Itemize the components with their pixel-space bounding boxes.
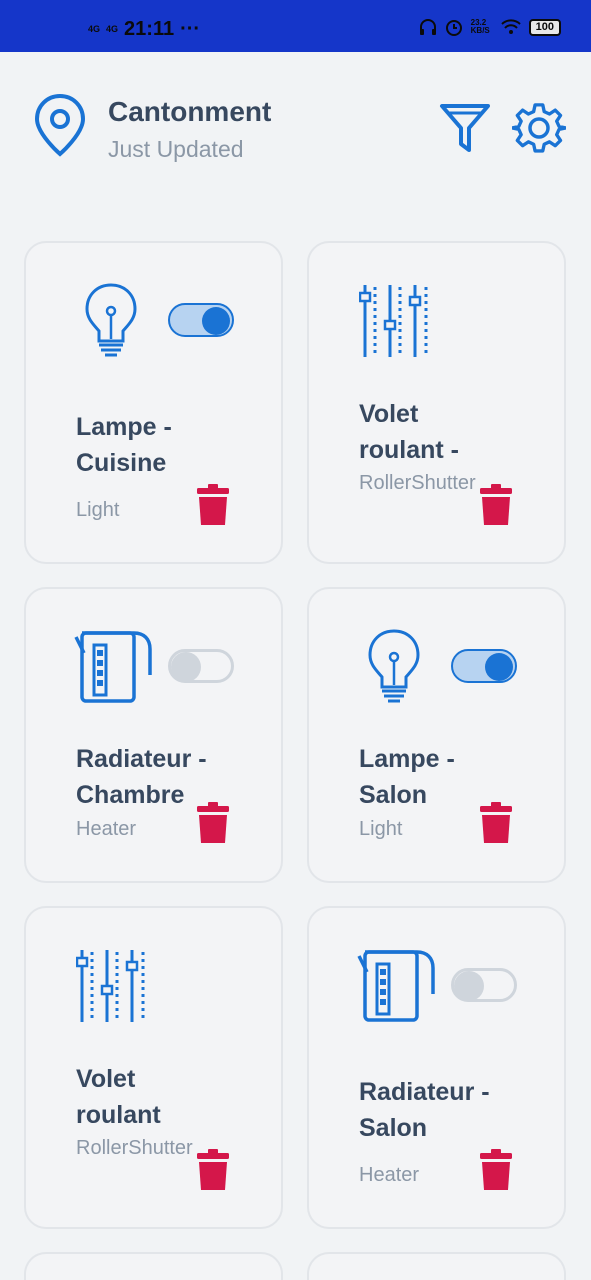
sliders-icon [359,285,428,357]
toggle-knob [485,653,513,681]
trash-icon[interactable] [479,801,513,845]
net-speed: 23.2 KB/S [470,18,490,35]
signal-indicator-2: 4G [106,24,119,34]
wifi-icon [500,19,521,34]
toggle-knob [454,971,484,1001]
status-extra: ··· [180,18,201,40]
trash-icon[interactable] [196,801,230,845]
power-toggle[interactable] [168,649,234,683]
device-type: Light [359,818,403,840]
device-card-partial[interactable] [307,1252,566,1280]
kettle-icon [357,950,435,1022]
device-card[interactable]: Radiateur - Chambre Heater [24,587,283,883]
toggle-knob [202,307,230,335]
power-toggle[interactable] [451,649,517,683]
device-name: Radiateur - Salon [359,1078,490,1142]
device-name: Lampe - Cuisine [76,413,172,477]
trash-icon[interactable] [479,1148,513,1192]
status-bar-right: 23.2 KB/S 100 [419,18,561,36]
filter-icon[interactable] [438,102,492,156]
device-card[interactable]: Volet roulant - RollerShutter [307,241,566,564]
map-pin-icon [34,93,86,157]
update-status: Just Updated [108,136,244,162]
status-bar: 4G 4G 21:11 ··· 23.2 KB/S 100 [0,0,591,52]
power-toggle[interactable] [451,968,517,1002]
location-title: Cantonment [108,96,272,127]
trash-icon[interactable] [479,483,513,527]
device-name: Volet roulant - [359,400,459,464]
device-name: Volet roulant [76,1065,161,1129]
device-type: Light [76,499,120,521]
clock: 21:11 [124,18,175,40]
device-card[interactable]: Radiateur - Salon Heater [307,906,566,1229]
device-name: Lampe - Salon [359,745,455,809]
trash-icon[interactable] [196,483,230,527]
alarm-icon [445,20,462,36]
device-card[interactable]: Lampe - Salon Light [307,587,566,883]
header: Cantonment Just Updated [0,52,591,192]
signal-indicator-1: 4G [88,24,101,34]
power-toggle[interactable] [168,303,234,337]
trash-icon[interactable] [196,1148,230,1192]
headphones-icon [419,19,436,35]
device-card[interactable]: Volet roulant RollerShutter [24,906,283,1229]
device-type: Heater [76,818,137,840]
sliders-icon [76,950,145,1022]
kettle-icon [74,631,152,703]
device-type: RollerShutter [359,472,476,494]
lightbulb-icon [368,629,420,703]
device-card[interactable]: Lampe - Cuisine Light [24,241,283,564]
toggle-knob [171,652,201,682]
battery-indicator: 100 [528,18,561,36]
gear-icon[interactable] [512,102,566,156]
device-card-partial[interactable] [24,1252,283,1280]
device-type: Heater [359,1164,420,1186]
device-type: RollerShutter [76,1137,193,1159]
status-bar-left: 4G 4G 21:11 ··· [88,18,200,41]
lightbulb-icon [85,283,137,357]
